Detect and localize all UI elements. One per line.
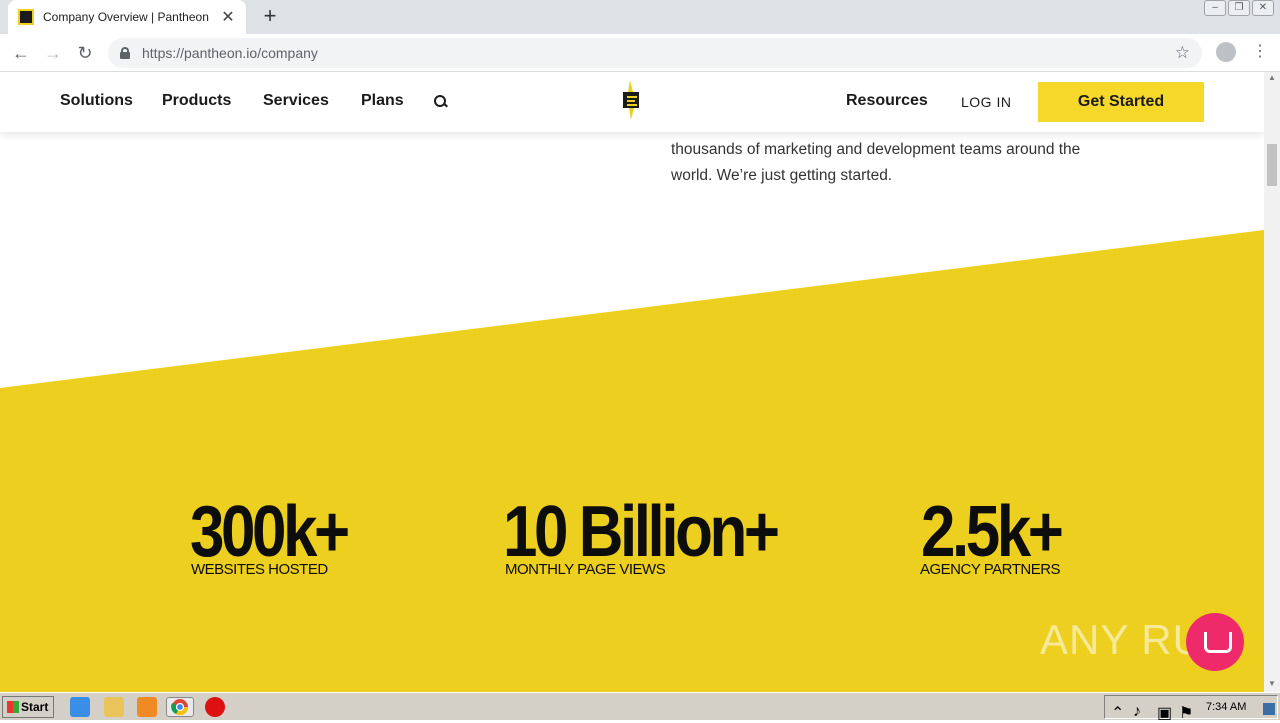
file-explorer-icon[interactable] <box>104 697 124 717</box>
action-center-flag-icon[interactable]: ⚑ <box>1179 703 1193 722</box>
windows-taskbar: Start ⌃ ♪ ▣ ⚑ 7:34 AM <box>0 692 1280 722</box>
page-scrollbar[interactable]: ▲ ▼ <box>1264 72 1280 692</box>
new-tab-button[interactable]: + <box>258 4 282 28</box>
media-player-icon[interactable] <box>137 697 157 717</box>
minimize-button[interactable]: – <box>1204 0 1226 16</box>
warning-app-icon[interactable] <box>205 697 225 717</box>
close-window-button[interactable]: ✕ <box>1252 0 1274 16</box>
tab-close-icon[interactable]: ✕ <box>220 7 236 27</box>
scroll-thumb[interactable] <box>1267 144 1277 186</box>
back-arrow-icon[interactable]: ← <box>8 40 34 66</box>
stat-label-websites: WEBSITES HOSTED <box>191 561 328 578</box>
site-header: Solutions Products Services Plans Resour… <box>0 72 1264 132</box>
pantheon-logo-icon[interactable] <box>620 80 642 120</box>
network-icon[interactable]: ▣ <box>1157 703 1172 722</box>
page-viewport: thousands of marketing and development t… <box>0 72 1264 692</box>
restore-button[interactable]: ❐ <box>1228 0 1250 16</box>
tray-expand-icon[interactable]: ⌃ <box>1111 703 1124 722</box>
chat-widget-icon[interactable] <box>1186 613 1244 671</box>
chrome-logo-icon <box>171 699 189 716</box>
show-desktop-icon[interactable] <box>1263 703 1275 715</box>
stat-label-partners: AGENCY PARTNERS <box>920 561 1061 578</box>
nav-services[interactable]: Services <box>263 92 329 110</box>
tab-title: Company Overview | Pantheon <box>43 10 209 24</box>
address-bar[interactable]: https://pantheon.io/company ☆ <box>108 38 1202 68</box>
intro-paragraph: thousands of marketing and development t… <box>671 141 1081 184</box>
stat-label-pageviews: MONTHLY PAGE VIEWS <box>505 561 666 578</box>
forward-arrow-icon[interactable]: → <box>40 40 66 66</box>
windows-flag-icon <box>7 701 19 713</box>
scroll-up-icon[interactable]: ▲ <box>1264 72 1280 84</box>
start-label: Start <box>21 700 49 714</box>
login-link[interactable]: LOG IN <box>961 94 1011 110</box>
pantheon-favicon-icon <box>18 9 34 25</box>
internet-explorer-icon[interactable] <box>70 697 90 717</box>
scroll-down-icon[interactable]: ▼ <box>1264 678 1280 690</box>
url-text[interactable]: https://pantheon.io/company <box>142 45 1175 61</box>
system-tray: ⌃ ♪ ▣ ⚑ <box>1104 695 1278 722</box>
nav-plans[interactable]: Plans <box>361 92 404 110</box>
window-controls: – ❐ ✕ <box>1204 0 1274 16</box>
get-started-button[interactable]: Get Started <box>1038 82 1204 122</box>
chrome-taskbar-icon[interactable] <box>166 697 194 717</box>
bookmark-star-icon[interactable]: ☆ <box>1175 43 1190 63</box>
lock-icon <box>120 47 130 59</box>
browser-menu-icon[interactable]: ⋮ <box>1252 42 1268 62</box>
browser-tabbar: Company Overview | Pantheon ✕ + – ❐ ✕ <box>0 0 1280 34</box>
start-button[interactable]: Start <box>2 696 54 718</box>
browser-toolbar: ← → ↻ https://pantheon.io/company ☆ ⋮ <box>0 34 1280 72</box>
browser-tab[interactable]: Company Overview | Pantheon ✕ <box>8 0 246 34</box>
search-icon[interactable] <box>434 95 447 108</box>
nav-resources[interactable]: Resources <box>846 92 928 110</box>
reload-icon[interactable]: ↻ <box>72 40 98 66</box>
volume-icon[interactable]: ♪ <box>1133 703 1145 720</box>
taskbar-clock: 7:34 AM <box>1206 701 1247 713</box>
nav-products[interactable]: Products <box>162 92 231 110</box>
profile-avatar-icon[interactable] <box>1216 42 1236 62</box>
nav-solutions[interactable]: Solutions <box>60 92 133 110</box>
